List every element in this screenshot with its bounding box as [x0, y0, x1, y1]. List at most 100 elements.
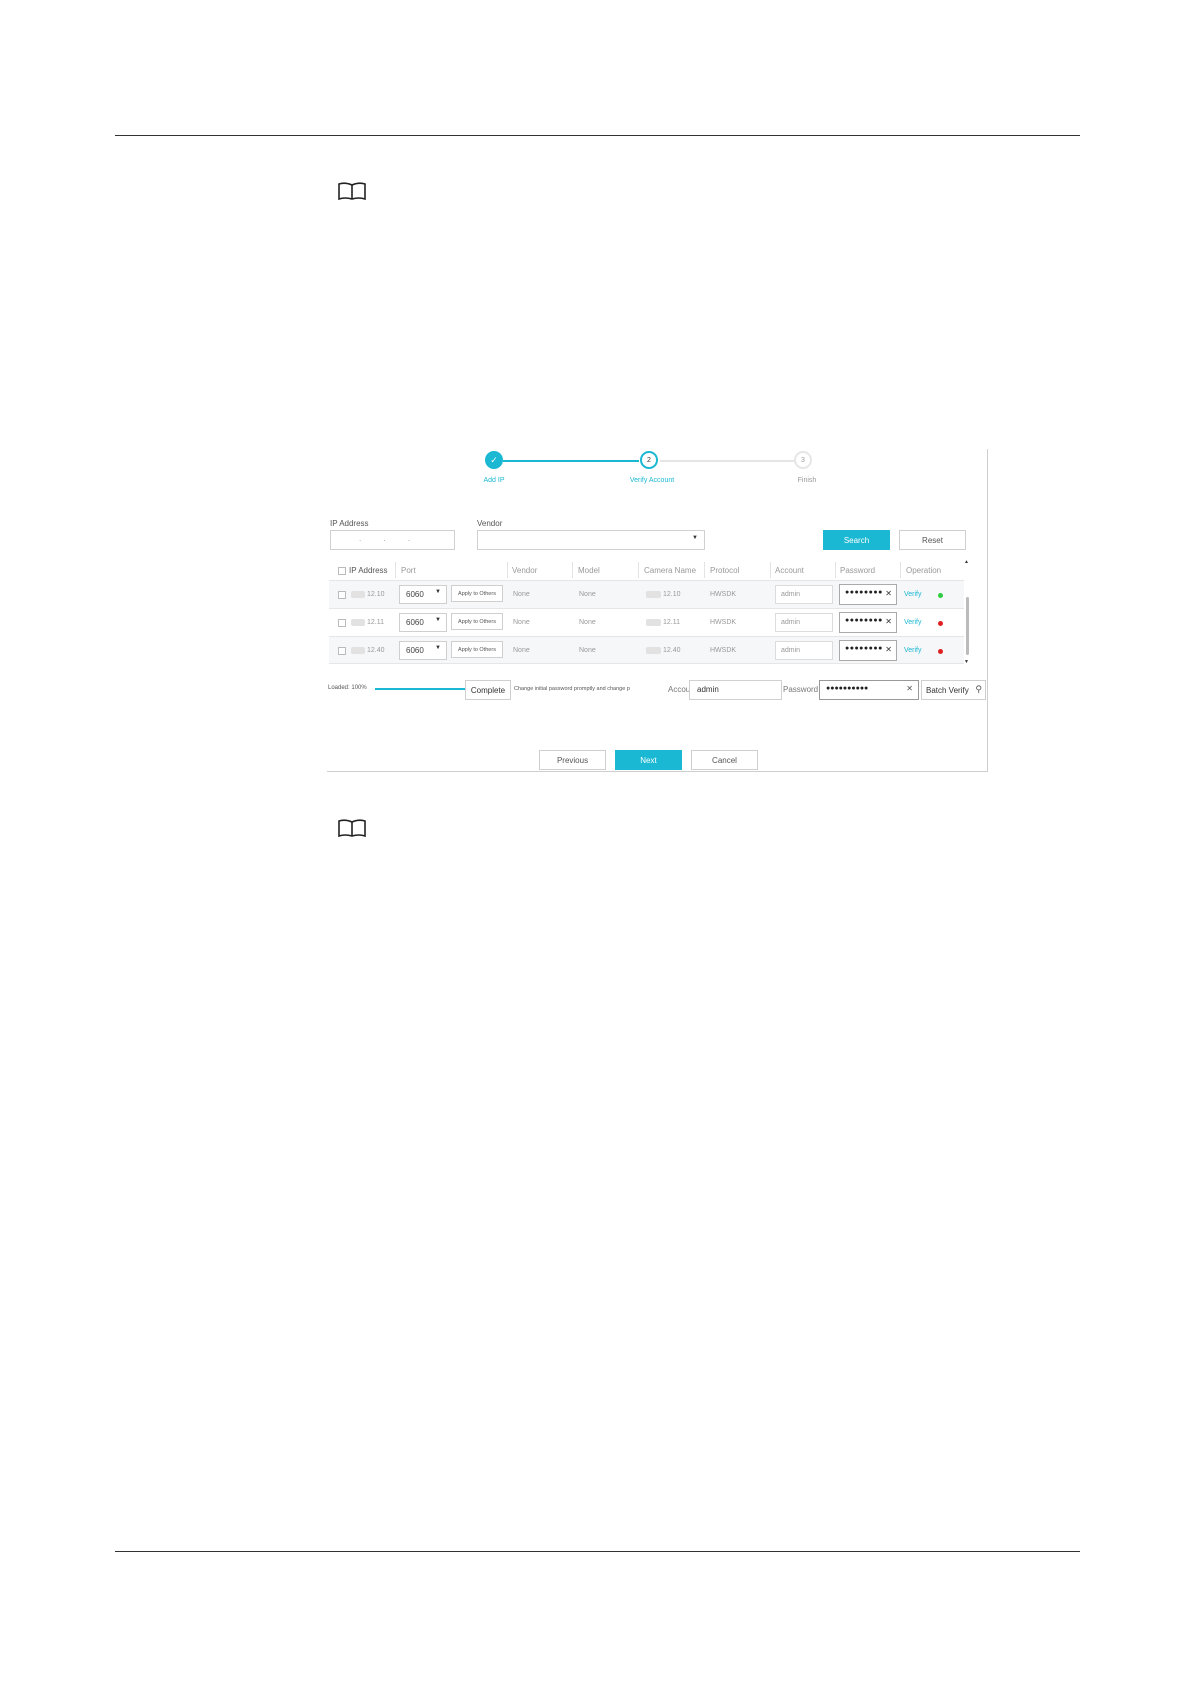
col-model: Model	[578, 566, 600, 575]
chevron-down-icon: ▼	[692, 535, 698, 541]
vendor-select[interactable]: ▼	[477, 530, 705, 550]
loaded-text: Loaded: 100%	[328, 685, 367, 691]
scroll-up-icon[interactable]: ▲	[964, 559, 969, 565]
footer-rule	[115, 1551, 1080, 1552]
ip-suffix: 12.40	[367, 647, 385, 654]
step-line-done	[503, 460, 639, 462]
status-dot-icon	[938, 621, 943, 626]
cancel-button[interactable]: Cancel	[691, 750, 758, 770]
model-cell: None	[579, 619, 596, 626]
verify-account-dialog: ✓ 2 3 Add IP Verify Account Finish IP Ad…	[327, 449, 988, 772]
batch-password-input[interactable]: ●●●●●●●●●● ✕	[819, 680, 919, 700]
password-input[interactable]: ●●●●●●●● ✕	[839, 640, 897, 661]
camera-suffix: 12.10	[663, 591, 681, 598]
search-button[interactable]: Search	[823, 530, 890, 550]
step-2-label: Verify Account	[629, 477, 675, 484]
col-protocol: Protocol	[710, 566, 740, 575]
step-1-label: Add IP	[483, 477, 505, 484]
col-divider	[835, 562, 836, 578]
camera-prefix-redacted	[646, 591, 661, 598]
scroll-down-icon[interactable]: ▼	[964, 659, 969, 665]
protocol-cell: HWSDK	[710, 619, 737, 626]
change-password-hint: Change initial password promptly and cha…	[514, 686, 630, 692]
table-row: 12.10 6060 ▼ Apply to Others None None 12…	[329, 580, 964, 608]
col-divider	[770, 562, 771, 578]
step-line-pending	[660, 460, 796, 462]
camera-suffix: 12.40	[663, 647, 681, 654]
col-divider	[507, 562, 508, 578]
status-dot-icon	[938, 593, 943, 598]
apply-to-others-button[interactable]: Apply to Others	[451, 585, 503, 602]
note-book-icon	[338, 182, 366, 201]
load-progress-bar	[375, 688, 465, 690]
password-input[interactable]: ●●●●●●●● ✕	[839, 612, 897, 633]
ip-address-label: IP Address	[330, 519, 369, 528]
row-checkbox[interactable]	[338, 647, 346, 655]
step-2-circle: 2	[640, 451, 658, 469]
clear-icon[interactable]: ✕	[906, 684, 913, 693]
chevron-down-icon: ▼	[435, 645, 441, 651]
ip-prefix-redacted	[351, 591, 365, 598]
col-divider	[704, 562, 705, 578]
clear-icon[interactable]: ✕	[885, 589, 892, 598]
step-3-circle: 3	[794, 451, 812, 469]
step-1-circle: ✓	[485, 451, 503, 469]
col-password: Password	[840, 566, 876, 575]
model-cell: None	[579, 647, 596, 654]
col-port: Port	[401, 566, 416, 575]
protocol-cell: HWSDK	[710, 647, 737, 654]
port-select[interactable]: 6060 ▼	[399, 585, 447, 604]
account-input[interactable]: admin	[775, 585, 833, 604]
camera-prefix-redacted	[646, 619, 661, 626]
verify-link[interactable]: Verify	[904, 619, 922, 626]
protocol-cell: HWSDK	[710, 591, 737, 598]
vendor-cell: None	[513, 619, 530, 626]
account-input[interactable]: admin	[775, 613, 833, 632]
ip-prefix-redacted	[351, 647, 365, 654]
port-select[interactable]: 6060 ▼	[399, 641, 447, 660]
ip-suffix: 12.10	[367, 591, 385, 598]
port-select[interactable]: 6060 ▼	[399, 613, 447, 632]
scroll-thumb[interactable]	[966, 597, 969, 655]
reset-button[interactable]: Reset	[899, 530, 966, 550]
row-checkbox[interactable]	[338, 591, 346, 599]
header-rule	[115, 135, 1080, 136]
apply-to-others-button[interactable]: Apply to Others	[451, 613, 503, 630]
table-row: 12.11 6060 ▼ Apply to Others None None 12…	[329, 608, 964, 636]
col-divider	[900, 562, 901, 578]
clear-icon[interactable]: ✕	[885, 645, 892, 654]
model-cell: None	[579, 591, 596, 598]
row-checkbox[interactable]	[338, 619, 346, 627]
col-divider	[572, 562, 573, 578]
verify-link[interactable]: Verify	[904, 647, 922, 654]
status-dot-icon	[938, 649, 943, 654]
col-divider	[395, 562, 396, 578]
batch-password-label: Password	[783, 685, 819, 694]
previous-button[interactable]: Previous	[539, 750, 606, 770]
ip-suffix: 12.11	[367, 619, 384, 626]
col-camera-name: Camera Name	[644, 566, 697, 575]
verify-link[interactable]: Verify	[904, 591, 922, 598]
batch-verify-button[interactable]: Batch Verify ⚲	[921, 680, 986, 700]
select-all-checkbox[interactable]	[338, 567, 346, 575]
load-progress-fill	[375, 688, 465, 690]
clear-icon[interactable]: ✕	[885, 617, 892, 626]
table-row: 12.40 6060 ▼ Apply to Others None None 12…	[329, 636, 964, 664]
camera-suffix: 12.11	[663, 619, 680, 626]
complete-button[interactable]: Complete	[465, 680, 511, 700]
camera-prefix-redacted	[646, 647, 661, 654]
apply-to-others-button[interactable]: Apply to Others	[451, 641, 503, 658]
step-3-label: Finish	[797, 477, 817, 484]
ip-prefix-redacted	[351, 619, 365, 626]
vendor-label: Vendor	[477, 519, 503, 528]
vendor-cell: None	[513, 647, 530, 654]
search-icon: ⚲	[975, 684, 982, 694]
next-button[interactable]: Next	[615, 750, 682, 770]
account-input[interactable]: admin	[775, 641, 833, 660]
password-input[interactable]: ●●●●●●●● ✕	[839, 584, 897, 605]
col-ip-address: IP Address	[349, 566, 388, 575]
ip-address-input[interactable]: . . .	[330, 530, 455, 550]
vendor-cell: None	[513, 591, 530, 598]
check-icon: ✓	[490, 454, 498, 465]
batch-account-input[interactable]: admin	[689, 680, 782, 700]
